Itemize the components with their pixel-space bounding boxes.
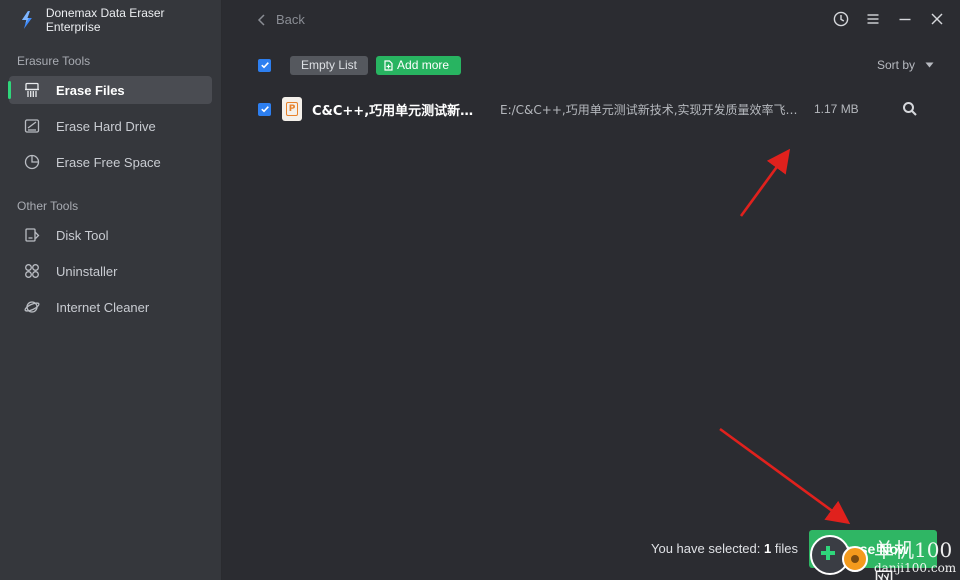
window-controls <box>832 10 946 28</box>
main-panel: Back Empty List Add more Sort by P C&C++… <box>222 0 960 580</box>
selection-suffix: files <box>774 541 798 556</box>
file-name: C&C++,巧用单元测试新技... <box>312 103 484 119</box>
checkmark-icon <box>260 106 269 113</box>
sidebar-item-uninstaller[interactable]: Uninstaller <box>9 257 212 285</box>
other-tools-nav: Disk Tool Uninstaller Internet Cleaner <box>0 221 221 321</box>
app-window: Donemax Data Eraser Enterprise Erasure T… <box>0 0 960 580</box>
title-bar: Back <box>222 0 960 40</box>
watermark-url-text: danji100.com <box>874 561 957 575</box>
sidebar-item-disk-tool[interactable]: Disk Tool <box>9 221 212 249</box>
sidebar-item-erase-free-space[interactable]: Erase Free Space <box>9 148 212 176</box>
shredder-icon <box>23 81 41 99</box>
search-icon[interactable] <box>902 101 918 117</box>
clock-icon <box>833 11 849 27</box>
file-list-row[interactable]: P C&C++,巧用单元测试新技... E:/C&C++,巧用单元测试新技术,实… <box>258 96 918 122</box>
back-button[interactable]: Back <box>256 12 305 27</box>
sidebar-item-label: Uninstaller <box>56 263 118 279</box>
apps-grid-icon <box>23 262 41 280</box>
watermark-dot <box>842 546 868 572</box>
pie-chart-icon <box>23 153 41 171</box>
sidebar: Donemax Data Eraser Enterprise Erasure T… <box>0 0 222 580</box>
selection-prefix: You have selected: <box>651 541 761 556</box>
sort-by-dropdown[interactable]: Sort by <box>877 58 934 72</box>
erasure-tools-nav: Erase Files Erase Hard Drive Erase Free … <box>0 76 221 176</box>
menu-button[interactable] <box>864 10 882 28</box>
close-button[interactable] <box>928 10 946 28</box>
sidebar-item-erase-files[interactable]: Erase Files <box>8 76 212 104</box>
file-size: 1.17 MB <box>814 102 859 116</box>
section-title-other-tools: Other Tools <box>17 199 79 213</box>
disk-tool-icon <box>23 226 41 244</box>
sidebar-item-label: Erase Hard Drive <box>56 118 156 134</box>
file-list-toolbar: Empty List Add more Sort by <box>258 55 942 75</box>
sort-by-label: Sort by <box>876 58 915 72</box>
select-all-checkbox[interactable] <box>258 58 271 72</box>
sidebar-item-label: Erase Files <box>56 82 125 98</box>
hard-drive-icon <box>23 117 41 135</box>
brand: Donemax Data Eraser Enterprise <box>0 0 221 40</box>
minimize-icon <box>899 18 911 21</box>
sidebar-item-label: Erase Free Space <box>56 154 161 170</box>
add-file-icon <box>384 59 393 71</box>
minimize-button[interactable] <box>896 10 914 28</box>
section-title-erasure-tools: Erasure Tools <box>17 54 91 68</box>
back-label: Back <box>276 12 305 27</box>
file-row-checkbox[interactable] <box>258 102 271 116</box>
site-watermark: 单机100网 danji100.com <box>808 532 958 580</box>
sidebar-item-label: Disk Tool <box>56 227 109 243</box>
sidebar-item-label: Internet Cleaner <box>56 299 150 315</box>
selection-summary: You have selected: 1 files <box>651 541 798 556</box>
caret-down-icon <box>925 62 934 68</box>
close-icon <box>931 13 943 25</box>
app-title: Donemax Data Eraser Enterprise <box>45 6 165 34</box>
add-more-button[interactable]: Add more <box>376 55 462 75</box>
planet-icon <box>23 298 41 316</box>
checkmark-icon <box>260 62 269 69</box>
history-button[interactable] <box>832 10 850 28</box>
sidebar-item-erase-hard-drive[interactable]: Erase Hard Drive <box>9 112 212 140</box>
empty-list-button[interactable]: Empty List <box>290 55 369 75</box>
add-more-label: Add more <box>397 58 450 72</box>
hamburger-menu-icon <box>867 14 879 24</box>
app-logo-icon <box>21 11 32 29</box>
file-path: E:/C&C++,巧用单元测试新技术,实现开发质量效率飞跃_... <box>500 102 806 117</box>
selection-count: 1 <box>764 541 772 556</box>
plus-icon <box>821 546 835 560</box>
powerpoint-file-icon: P <box>282 97 302 121</box>
sidebar-item-internet-cleaner[interactable]: Internet Cleaner <box>9 293 212 321</box>
chevron-left-icon <box>257 13 265 26</box>
